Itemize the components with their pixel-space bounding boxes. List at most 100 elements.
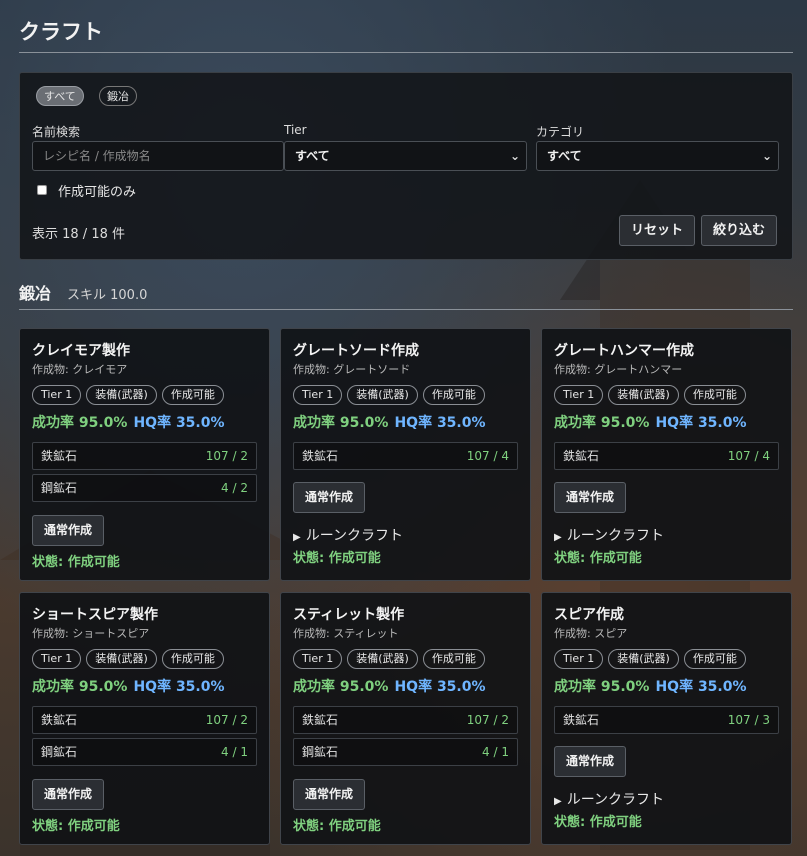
triangle-right-icon: ▶ — [293, 532, 301, 543]
category-tab-smithing[interactable]: 鍛冶 — [99, 86, 137, 106]
tier-label: Tier — [284, 123, 307, 137]
tier-badge: Tier 1 — [293, 385, 343, 405]
page-title: クラフト — [19, 20, 103, 44]
name-search-label: 名前検索 — [32, 125, 81, 139]
rune-craft-toggle[interactable]: ▶ ルーンクラフト — [293, 525, 403, 545]
craftable-badge: 作成可能 — [683, 385, 746, 405]
section-skill: スキル 100.0 — [67, 288, 148, 303]
hq-rate: HQ率 35.0% — [655, 415, 747, 431]
material-qty: 107 / 3 — [727, 713, 770, 727]
success-rate: 成功率 95.0% — [554, 679, 650, 695]
craft-button[interactable]: 通常作成 — [293, 482, 366, 513]
material-qty: 107 / 4 — [466, 449, 509, 463]
tier-badge: Tier 1 — [293, 649, 343, 669]
craftable-badge: 作成可能 — [683, 649, 746, 669]
tier-badge: Tier 1 — [554, 385, 604, 405]
success-rate: 成功率 95.0% — [32, 679, 128, 695]
recipe-title: スピア作成 — [554, 607, 624, 623]
type-badge: 装備(武器) — [347, 649, 418, 669]
material-row: 鉄鉱石 107 / 2 — [32, 442, 257, 470]
success-rate: 成功率 95.0% — [32, 415, 128, 431]
material-qty: 107 / 2 — [205, 449, 248, 463]
material-row: 鉄鉱石 107 / 4 — [554, 442, 779, 470]
craft-button[interactable]: 通常作成 — [32, 779, 105, 810]
apply-filter-button[interactable]: 絞り込む — [701, 215, 778, 246]
material-row: 鋼鉱石 4 / 1 — [293, 738, 518, 766]
craft-status: 状態: 作成可能 — [293, 819, 381, 834]
tier-badge: Tier 1 — [32, 649, 82, 669]
recipe-title: ショートスピア製作 — [32, 607, 158, 623]
recipe-title: スティレット製作 — [293, 607, 405, 623]
recipe-product: 作成物: グレートハンマー — [554, 363, 683, 376]
material-row: 鋼鉱石 4 / 1 — [32, 738, 257, 766]
reset-button[interactable]: リセット — [619, 215, 696, 246]
craft-status: 状態: 作成可能 — [32, 555, 120, 570]
type-badge: 装備(武器) — [86, 649, 157, 669]
hq-rate: HQ率 35.0% — [133, 415, 225, 431]
material-name: 鋼鉱石 — [41, 745, 78, 759]
category-select-value: すべて — [547, 149, 582, 163]
material-qty: 4 / 1 — [221, 745, 248, 759]
chevron-down-icon: ⌄ — [509, 149, 520, 163]
recipe-title: クレイモア製作 — [32, 343, 130, 359]
category-select[interactable]: すべて ⌄ — [536, 141, 779, 171]
material-qty: 107 / 2 — [205, 713, 248, 727]
material-qty: 4 / 1 — [482, 745, 509, 759]
craftable-only-label[interactable]: 作成可能のみ — [58, 181, 136, 200]
craft-button[interactable]: 通常作成 — [554, 746, 627, 777]
craft-status: 状態: 作成可能 — [554, 815, 642, 830]
hq-rate: HQ率 35.0% — [394, 415, 486, 431]
material-qty: 4 / 2 — [221, 481, 248, 495]
craftable-badge: 作成可能 — [422, 385, 485, 405]
recipe-card: グレートハンマー作成 作成物: グレートハンマー Tier 1 装備(武器) 作… — [541, 328, 792, 581]
recipe-card: スティレット製作 作成物: スティレット Tier 1 装備(武器) 作成可能 … — [280, 592, 531, 845]
recipe-card: グレートソード作成 作成物: グレートソード Tier 1 装備(武器) 作成可… — [280, 328, 531, 581]
hq-rate: HQ率 35.0% — [655, 679, 747, 695]
craftable-badge: 作成可能 — [161, 649, 224, 669]
craft-button[interactable]: 通常作成 — [293, 779, 366, 810]
tier-select[interactable]: すべて ⌄ — [284, 141, 527, 171]
rune-craft-toggle[interactable]: ▶ ルーンクラフト — [554, 789, 664, 809]
craft-button[interactable]: 通常作成 — [554, 482, 627, 513]
craft-status: 状態: 作成可能 — [32, 819, 120, 834]
recipe-product: 作成物: クレイモア — [32, 363, 128, 376]
craftable-only-checkbox[interactable] — [37, 185, 47, 195]
filter-panel: すべて 鍛冶 名前検索 Tier カテゴリ レシピ名 / 作成物名 すべて ⌄ … — [19, 72, 793, 260]
material-name: 鋼鉱石 — [302, 745, 339, 759]
recipe-card: スピア作成 作成物: スピア Tier 1 装備(武器) 作成可能 成功率 95… — [541, 592, 792, 845]
result-count: 表示 18 / 18 件 — [32, 227, 125, 242]
section-title: 鍛冶 — [19, 284, 52, 303]
material-name: 鉄鉱石 — [41, 713, 78, 727]
craft-page: クラフト すべて 鍛冶 名前検索 Tier カテゴリ レシピ名 / 作成物名 す… — [19, 0, 793, 260]
material-name: 鉄鉱石 — [563, 713, 600, 727]
material-row: 鉄鉱石 107 / 2 — [32, 706, 257, 734]
success-rate: 成功率 95.0% — [554, 415, 650, 431]
hq-rate: HQ率 35.0% — [133, 679, 225, 695]
type-badge: 装備(武器) — [608, 385, 679, 405]
category-label: カテゴリ — [536, 125, 585, 139]
category-tab-all[interactable]: すべて — [36, 86, 84, 106]
type-badge: 装備(武器) — [608, 649, 679, 669]
hq-rate: HQ率 35.0% — [394, 679, 486, 695]
tier-badge: Tier 1 — [554, 649, 604, 669]
recipe-title: グレートハンマー作成 — [554, 343, 694, 359]
craft-button[interactable]: 通常作成 — [32, 515, 105, 546]
recipe-card: クレイモア製作 作成物: クレイモア Tier 1 装備(武器) 作成可能 成功… — [19, 328, 270, 581]
success-rate: 成功率 95.0% — [293, 679, 389, 695]
material-name: 鉄鉱石 — [302, 449, 339, 463]
rune-craft-toggle[interactable]: ▶ ルーンクラフト — [554, 525, 664, 545]
recipe-product: 作成物: ショートスピア — [32, 627, 150, 640]
recipe-product: 作成物: グレートソード — [293, 363, 411, 376]
rune-craft-label: ルーンクラフト — [566, 792, 665, 808]
type-badge: 装備(武器) — [347, 385, 418, 405]
material-row: 鉄鉱石 107 / 4 — [293, 442, 518, 470]
recipe-title: グレートソード作成 — [293, 343, 419, 359]
triangle-right-icon: ▶ — [554, 796, 562, 807]
name-search-input[interactable]: レシピ名 / 作成物名 — [32, 141, 284, 171]
recipe-card: ショートスピア製作 作成物: ショートスピア Tier 1 装備(武器) 作成可… — [19, 592, 270, 845]
tier-select-value: すべて — [295, 149, 330, 163]
success-rate: 成功率 95.0% — [293, 415, 389, 431]
material-row: 鋼鉱石 4 / 2 — [32, 474, 257, 502]
recipe-product: 作成物: スティレット — [293, 627, 399, 640]
craftable-badge: 作成可能 — [422, 649, 485, 669]
